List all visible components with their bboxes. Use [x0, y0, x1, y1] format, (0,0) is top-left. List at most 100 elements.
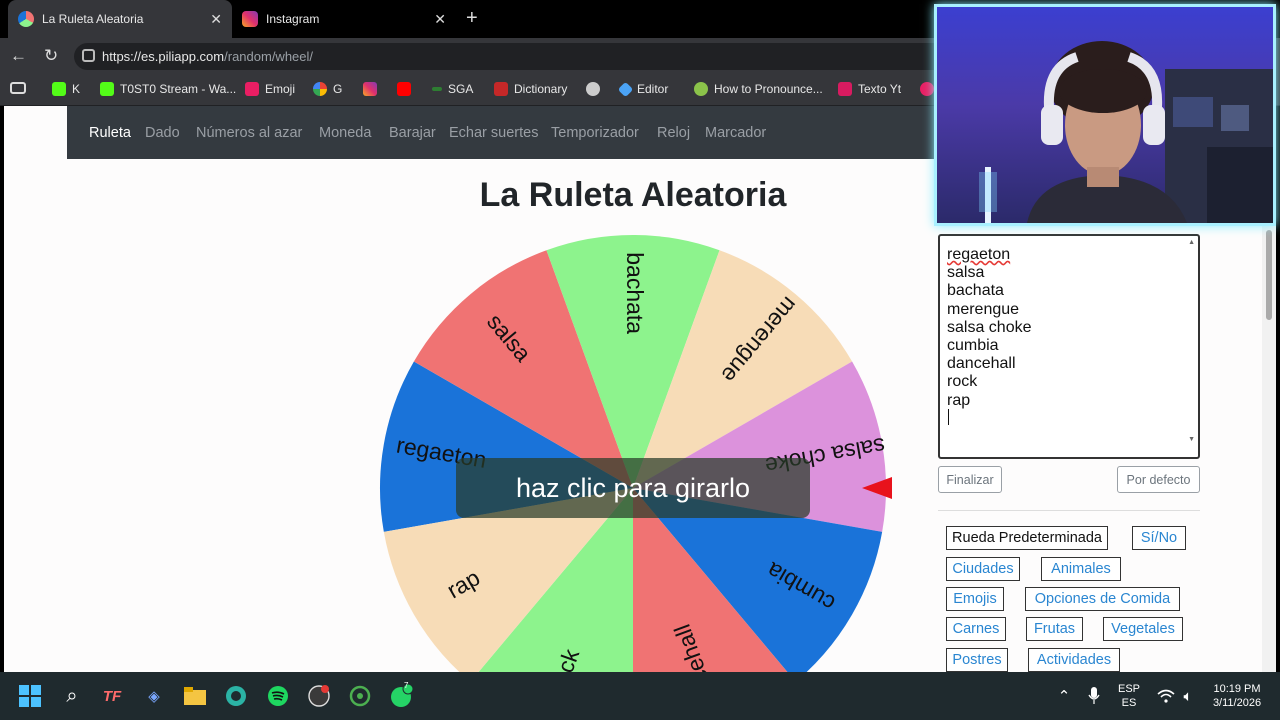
option-line: rock	[947, 373, 978, 391]
preset-actividades[interactable]: Actividades	[1028, 648, 1120, 672]
bookmark-editor[interactable]: Editor	[617, 81, 668, 97]
emoji-icon	[245, 82, 259, 96]
close-tab-icon[interactable]: ✕	[210, 11, 222, 28]
url-text: https://es.piliapp.com/random/wheel/	[102, 49, 313, 64]
bookmark-label: T0ST0 Stream - Wa...	[120, 82, 237, 96]
page-scrollbar[interactable]	[1262, 226, 1276, 672]
nav-moneda[interactable]: Moneda	[319, 125, 371, 141]
preset-postres[interactable]: Postres	[946, 648, 1008, 672]
option-line: salsa choke	[947, 318, 1032, 336]
option-line: cumbia	[947, 337, 999, 355]
url-host: https://es.piliapp.com	[102, 49, 225, 64]
webcam-overlay	[934, 4, 1276, 226]
kick-icon	[100, 82, 114, 96]
preset-carnes[interactable]: Carnes	[946, 617, 1006, 641]
wheel-favicon-icon	[18, 11, 34, 27]
spotify-icon[interactable]	[266, 684, 290, 708]
options-list: regaeton salsa bachata merengue salsa choke c…	[947, 246, 1032, 410]
bookmark-tosto-stream[interactable]: T0ST0 Stream - Wa...	[100, 82, 236, 96]
nav-barajar[interactable]: Barajar	[389, 125, 436, 141]
option-line: dancehall	[947, 355, 1016, 373]
volume-icon[interactable]: 🔈︎	[1176, 684, 1200, 708]
scrollbar-thumb[interactable]	[1266, 230, 1272, 320]
preset-emojis[interactable]: Emojis	[946, 587, 1004, 611]
bookmark-chatgpt[interactable]	[586, 82, 606, 96]
clock[interactable]: 10:19 PM 3/11/2026	[1204, 682, 1270, 710]
obs-icon[interactable]	[307, 684, 331, 708]
close-tab-icon[interactable]: ✕	[434, 11, 446, 28]
option-line: rap	[947, 391, 971, 409]
back-arrow-icon[interactable]: ←	[10, 46, 27, 66]
microphone-icon[interactable]	[1082, 684, 1106, 708]
whatsapp-icon[interactable]	[390, 684, 414, 708]
reload-icon[interactable]: ↻	[44, 46, 58, 66]
nav-ruleta[interactable]: Ruleta	[89, 125, 131, 141]
bookmark-google[interactable]: G	[313, 82, 342, 96]
preset-rueda-predeterminada[interactable]: Rueda Predeterminada	[946, 526, 1108, 550]
tab-title: La Ruleta Aleatoria	[42, 12, 144, 26]
site-info-icon[interactable]	[82, 49, 95, 62]
options-textarea[interactable]: regaeton salsa bachata merengue salsa choke c…	[938, 234, 1200, 459]
texto-yt-icon	[838, 82, 852, 96]
preset-vegetales[interactable]: Vegetales	[1103, 617, 1183, 641]
edge-browser-icon[interactable]	[224, 684, 248, 708]
sga-icon	[432, 87, 442, 91]
nav-echar-suertes[interactable]: Echar suertes	[449, 125, 538, 141]
tab-ruleta[interactable]: La Ruleta Aleatoria ✕	[8, 0, 232, 38]
bookmark-label: G	[333, 82, 343, 96]
chevron-up-icon[interactable]: ⌃	[1052, 684, 1076, 708]
preset-opciones-de-comida[interactable]: Opciones de Comida	[1025, 587, 1180, 611]
wheel-container[interactable]: regaeton salsa bachata merengue salsa choke c…	[378, 234, 898, 672]
nav-temporizador[interactable]: Temporizador	[551, 125, 639, 141]
bookmark-dictionary[interactable]: Dictionary	[494, 82, 567, 96]
editor-icon	[617, 81, 634, 97]
instagram-icon	[242, 11, 258, 27]
windows-start-icon[interactable]	[18, 684, 42, 708]
google-icon	[313, 82, 327, 96]
diamond-app-icon[interactable]: ◈	[142, 684, 166, 708]
search-icon[interactable]: ⌕	[60, 684, 84, 708]
bookmark-sga[interactable]: SGA	[432, 82, 473, 96]
tab-instagram[interactable]: Instagram ✕	[232, 0, 456, 38]
preset-frutas[interactable]: Frutas	[1026, 617, 1083, 641]
bookmark-label: K	[72, 82, 81, 96]
tf-app-icon[interactable]: TF	[100, 684, 124, 708]
chatgpt-icon	[586, 82, 600, 96]
file-explorer-icon[interactable]	[183, 684, 207, 708]
preset-animales[interactable]: Animales	[1041, 557, 1121, 581]
tab-title: Instagram	[266, 12, 320, 26]
bookmark-how-to-pronounce[interactable]: How to Pronounce...	[694, 82, 823, 96]
wifi-icon[interactable]	[1154, 684, 1178, 708]
spin-label: haz clic para girarlo	[515, 472, 751, 503]
bookmark-instagram[interactable]	[363, 82, 383, 96]
nav-numeros-al-azar[interactable]: Números al azar	[196, 125, 302, 141]
divider	[938, 510, 1200, 511]
instagram-icon	[363, 82, 377, 96]
nav-reloj[interactable]: Reloj	[657, 125, 690, 141]
bookmark-youtube[interactable]	[397, 82, 417, 96]
scroll-up-icon[interactable]: ▲	[1188, 239, 1195, 246]
clock-time: 10:19 PM	[1213, 683, 1261, 695]
language-indicator[interactable]: ESP ES	[1114, 682, 1144, 710]
scroll-down-icon[interactable]: ▼	[1188, 436, 1195, 443]
tab-search-icon[interactable]	[10, 82, 32, 94]
dictionary-icon	[494, 82, 508, 96]
site-nav: Ruleta Dado Números al azar Moneda Baraj…	[67, 106, 947, 159]
roulette-wheel[interactable]: regaetonsalsabachata merenguesalsa chokec…	[378, 234, 898, 672]
nav-dado[interactable]: Dado	[145, 125, 180, 141]
preset-si-no[interactable]: Sí/No	[1132, 526, 1186, 550]
bookmark-k[interactable]: K	[52, 82, 80, 96]
finish-button[interactable]: Finalizar	[938, 466, 1002, 493]
spin-button[interactable]: haz clic para girarlo	[456, 458, 810, 518]
new-tab-icon[interactable]: +	[466, 8, 478, 28]
text-caret	[948, 409, 949, 425]
bookmark-emoji[interactable]: Emoji	[245, 82, 295, 96]
bookmark-texto-yt[interactable]: Texto Yt	[838, 82, 901, 96]
bookmark-label: Emoji	[265, 82, 296, 96]
default-button[interactable]: Por defecto	[1117, 466, 1200, 493]
chatgpt-app-icon[interactable]	[348, 684, 372, 708]
nav-marcador[interactable]: Marcador	[705, 125, 766, 141]
bookmark-label: Dictionary	[514, 82, 568, 96]
bookmark-label: Texto Yt	[858, 82, 902, 96]
preset-ciudades[interactable]: Ciudades	[946, 557, 1020, 581]
